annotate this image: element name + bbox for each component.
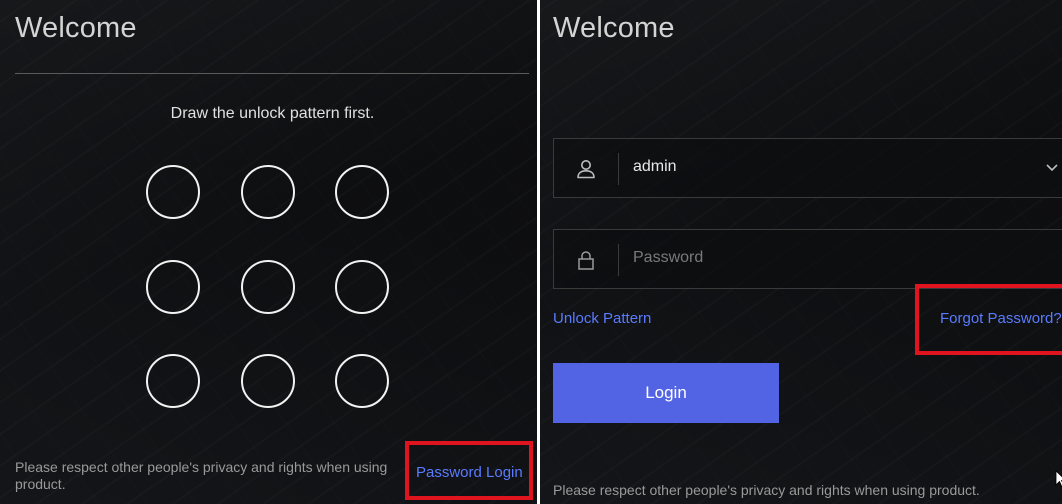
pattern-dot-6[interactable] bbox=[335, 260, 389, 314]
pattern-dot-3[interactable] bbox=[335, 165, 389, 219]
highlight-forgot-password bbox=[915, 284, 1062, 355]
password-placeholder: Password bbox=[633, 249, 704, 266]
header-divider bbox=[15, 73, 529, 74]
username-select[interactable]: admin bbox=[553, 138, 1062, 198]
privacy-notice: Please respect other people's privacy an… bbox=[15, 459, 388, 492]
welcome-title: Welcome bbox=[553, 12, 675, 44]
pattern-dot-4[interactable] bbox=[146, 260, 200, 314]
pattern-dot-2[interactable] bbox=[241, 165, 295, 219]
privacy-notice: Please respect other people's privacy an… bbox=[553, 482, 980, 498]
password-login-panel: Welcome admin Password Unlock Pattern Fo… bbox=[540, 0, 1062, 504]
field-separator bbox=[618, 244, 619, 276]
field-separator bbox=[618, 153, 619, 185]
highlight-password-login bbox=[405, 441, 533, 500]
login-button[interactable]: Login bbox=[553, 363, 779, 423]
pattern-dot-7[interactable] bbox=[146, 354, 200, 408]
pattern-dot-8[interactable] bbox=[241, 354, 295, 408]
pattern-dot-9[interactable] bbox=[335, 354, 389, 408]
pattern-dot-5[interactable] bbox=[241, 260, 295, 314]
pattern-dot-1[interactable] bbox=[146, 165, 200, 219]
lock-icon bbox=[578, 251, 594, 270]
username-value: admin bbox=[633, 158, 677, 175]
password-field[interactable]: Password bbox=[553, 229, 1062, 289]
pattern-instruction: Draw the unlock pattern first. bbox=[170, 105, 375, 122]
welcome-title: Welcome bbox=[15, 12, 137, 44]
unlock-pattern-link[interactable]: Unlock Pattern bbox=[553, 310, 651, 327]
pattern-login-panel: Welcome Draw the unlock pattern first. P… bbox=[0, 0, 537, 504]
mouse-cursor-icon bbox=[1055, 470, 1062, 488]
chevron-down-icon[interactable] bbox=[1044, 159, 1060, 175]
user-icon bbox=[577, 160, 595, 179]
